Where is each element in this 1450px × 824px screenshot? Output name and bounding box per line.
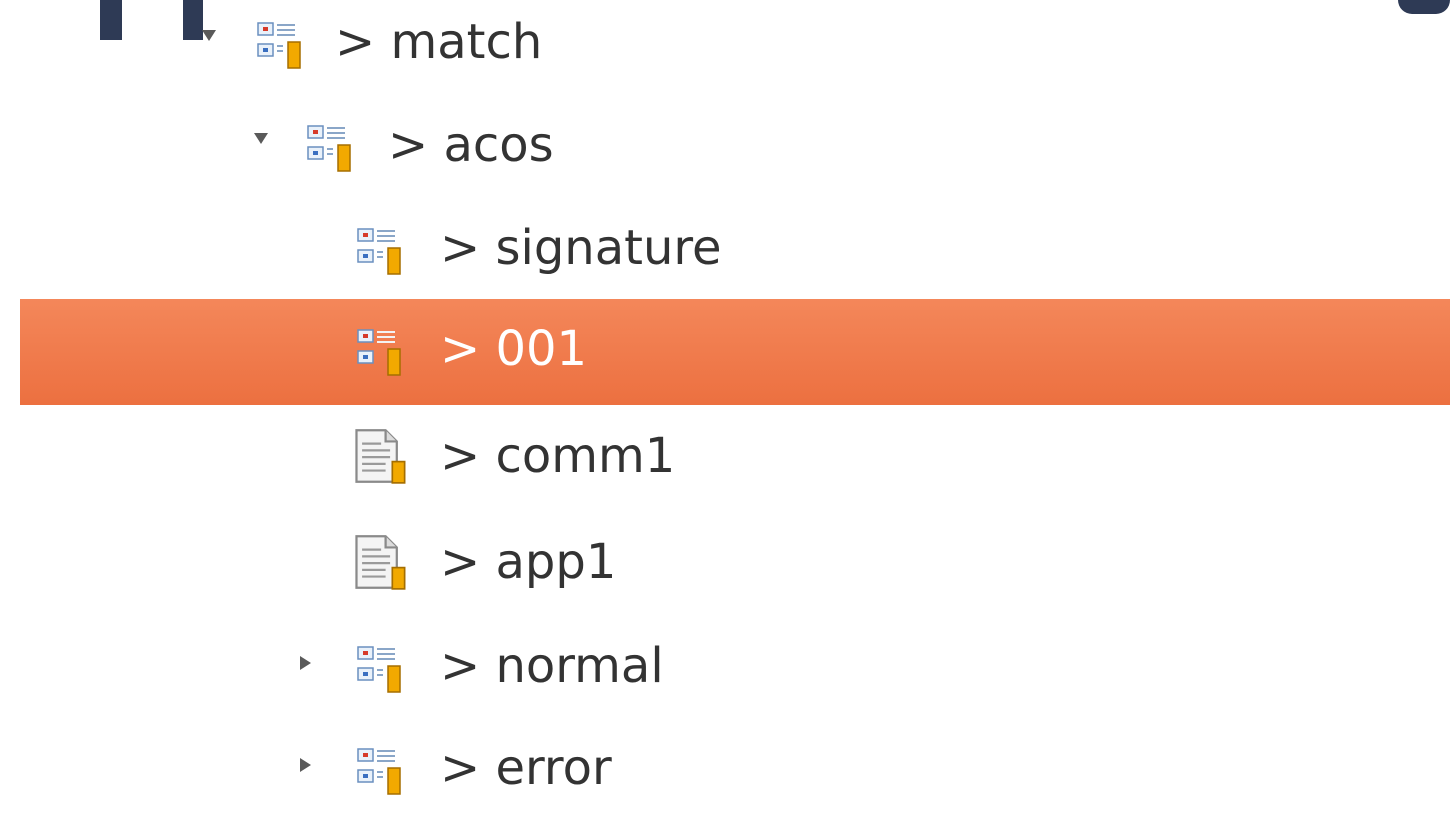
project-tree: > match > acos > signature > 001 > comm1…: [0, 0, 1450, 797]
entity-icon: [357, 748, 401, 795]
tree-node-acos[interactable]: > acos: [0, 95, 1450, 201]
tree-node-label: > 001: [440, 321, 588, 377]
entity-icon: [307, 125, 351, 172]
entity-icon: [357, 228, 401, 275]
tree-node-label: > signature: [440, 220, 722, 276]
tree-node-001[interactable]: > 001: [20, 299, 1450, 405]
entity-icon: [357, 329, 401, 376]
tree-node-label: > normal: [440, 638, 664, 694]
tree-node-normal[interactable]: > normal: [0, 616, 1450, 722]
tree-node-error[interactable]: > error: [0, 718, 1450, 824]
collapse-arrow-icon[interactable]: [300, 656, 311, 670]
expand-arrow-icon[interactable]: [202, 30, 216, 41]
tree-node-label: > error: [440, 740, 612, 796]
tree-node-signature[interactable]: > signature: [0, 198, 1450, 304]
entity-icon: [257, 22, 301, 69]
document-icon: [355, 429, 406, 484]
tree-node-label: > comm1: [440, 428, 676, 484]
tree-node-match[interactable]: > match: [0, 0, 1450, 98]
document-icon: [355, 535, 406, 590]
entity-icon: [357, 646, 401, 693]
collapse-arrow-icon[interactable]: [300, 758, 311, 772]
tree-node-label: > app1: [440, 534, 617, 590]
tree-node-label: > match: [335, 14, 543, 70]
expand-arrow-icon[interactable]: [254, 133, 268, 144]
tree-node-comm1[interactable]: > comm1: [0, 406, 1450, 512]
tree-node-app1[interactable]: > app1: [0, 512, 1450, 618]
tree-node-label: > acos: [388, 117, 554, 173]
